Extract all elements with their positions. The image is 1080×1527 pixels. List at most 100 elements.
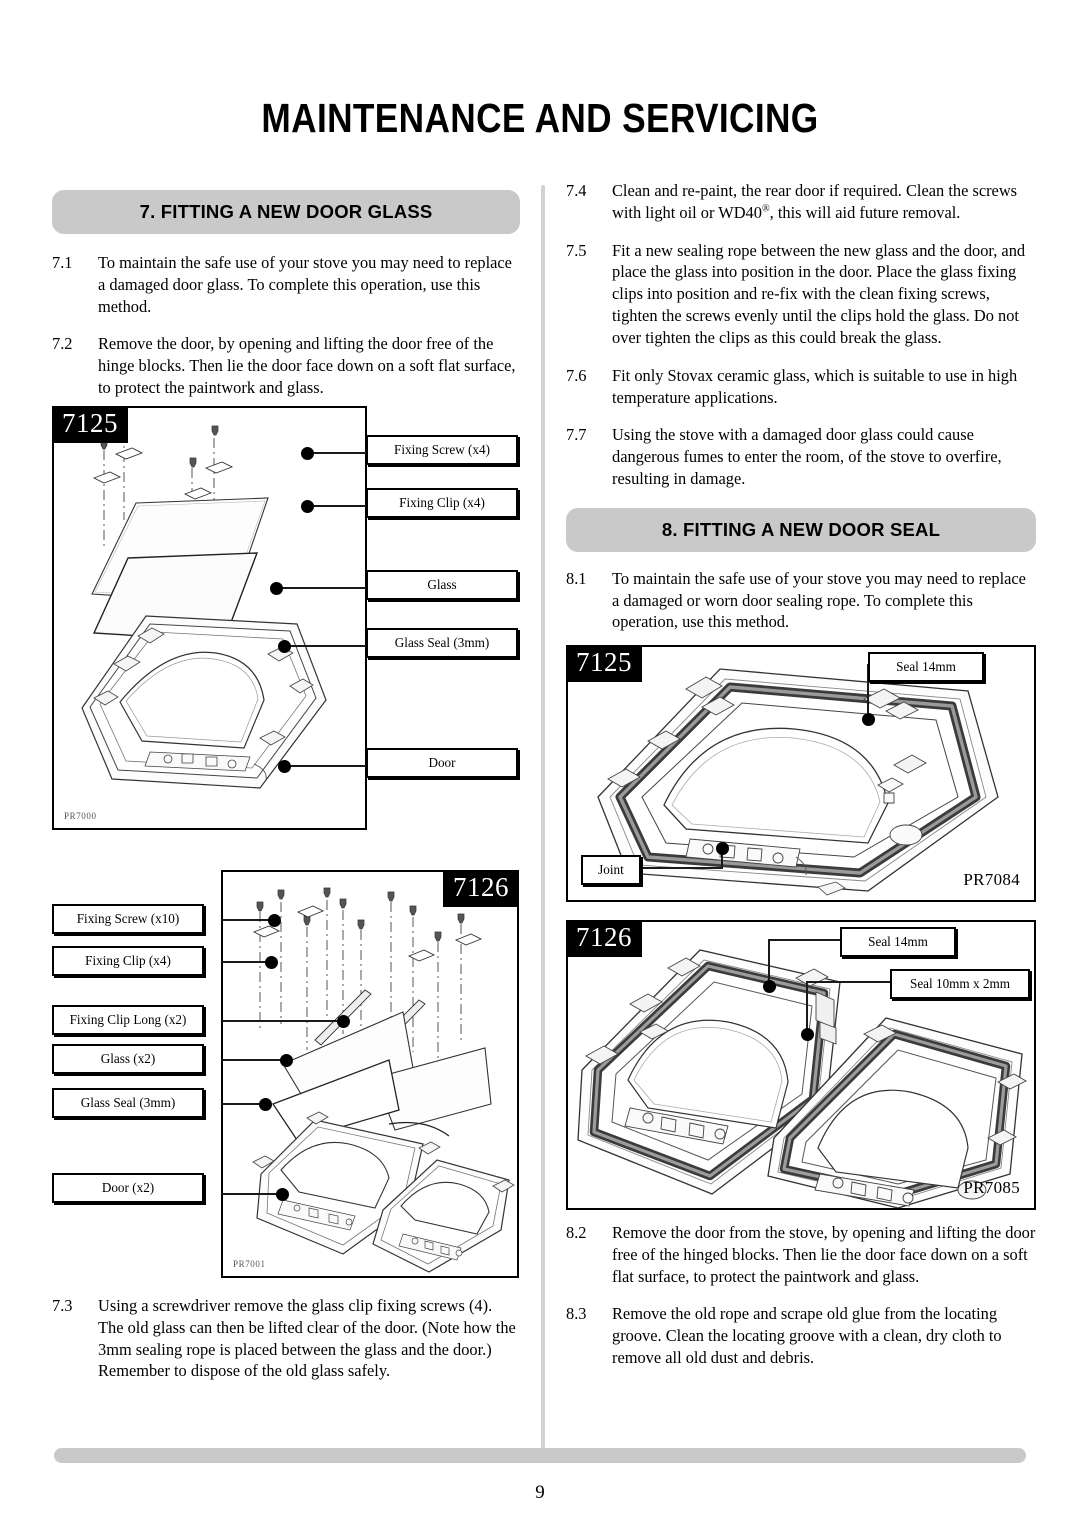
paragraph-number: 8.1 — [566, 568, 587, 588]
paragraph-text: To maintain the safe use of your stove y… — [98, 253, 512, 316]
callout-dot-fixing-clip-x4 — [265, 956, 278, 969]
paragraph-8-1: 8.1 To maintain the safe use of your sto… — [566, 568, 1036, 633]
callout-leader — [806, 981, 808, 1033]
callout-dot-fixing-clip — [301, 500, 314, 513]
callout-glass: Glass — [366, 570, 518, 601]
section-heading-8: 8. FITTING A NEW DOOR SEAL — [566, 507, 1036, 552]
paragraph-8-3: 8.3 Remove the old rope and scrape old g… — [566, 1303, 1036, 1368]
callout-dot-door-x2 — [276, 1188, 289, 1201]
section-heading-7: 7. FITTING A NEW DOOR GLASS — [52, 190, 520, 234]
page-number: 9 — [535, 1482, 545, 1503]
callout-leader — [222, 1103, 261, 1105]
paragraph-number: 7.6 — [566, 365, 587, 385]
figure-pr7085-twin-door-seal: 7126 PR7085 Seal 14mm Seal 10mm x 2mm — [566, 920, 1036, 1210]
paragraph-text: Remove the door from the stove, by openi… — [612, 1223, 1036, 1286]
callout-leader — [222, 961, 267, 963]
figure-badge-7125: 7125 — [52, 406, 128, 443]
paragraph-number: 8.2 — [566, 1223, 587, 1242]
callout-dot-glass-seal-3mm — [259, 1098, 272, 1111]
registered-mark: ® — [761, 203, 770, 215]
paragraph-number: 7.2 — [52, 334, 73, 354]
callout-dot-seal-14mm — [862, 713, 875, 726]
paragraph-text: Using the stove with a damaged door glas… — [612, 425, 1002, 488]
callout-leader — [222, 1059, 282, 1061]
callout-seal-14mm-7084: Seal 14mm — [868, 652, 984, 683]
paragraph-number: 7.7 — [566, 425, 587, 445]
callout-leader — [639, 867, 723, 869]
callout-glass-seal-3mm-7126: Glass Seal (3mm) — [52, 1088, 204, 1119]
paragraph-number: 7.5 — [566, 240, 587, 260]
callout-fixing-screw-x10: Fixing Screw (x10) — [52, 904, 204, 935]
paragraph-7-4: 7.4 Clean and re-paint, the rear door if… — [566, 180, 1036, 224]
figure-pr7084-door-seal: 7125 PR7084 Seal 14mm Joint — [566, 645, 1036, 902]
callout-leader — [307, 505, 369, 507]
callout-dot-seal-10mm — [801, 1028, 814, 1041]
paragraph-7-3: 7.3 Using a screwdriver remove the glass… — [52, 1295, 520, 1382]
callout-dot-seal-14mm-7085 — [763, 980, 776, 993]
left-column-bottom: 7.3 Using a screwdriver remove the glass… — [52, 1295, 520, 1398]
figure-part-code-pr7001: PR7001 — [233, 1259, 266, 1269]
paragraph-text: To maintain the safe use of your stove y… — [612, 568, 1026, 632]
callout-joint: Joint — [581, 855, 641, 886]
callout-leader — [284, 645, 369, 647]
callout-door: Door — [366, 748, 518, 779]
paragraph-8-2: 8.2 Remove the door from the stove, by o… — [566, 1222, 1036, 1287]
callout-glass-x2: Glass (x2) — [52, 1044, 204, 1075]
figure-7125-exploded: 7125 PR7000 — [52, 406, 369, 830]
paragraph-text: Remove the old rope and scrape old glue … — [612, 1304, 1002, 1368]
left-column: 7. FITTING A NEW DOOR GLASS 7.1 To maint… — [52, 190, 520, 415]
callout-leader — [768, 939, 842, 941]
callout-glass-seal-3mm: Glass Seal (3mm) — [366, 628, 518, 659]
callout-leader — [222, 1193, 278, 1195]
callout-leader — [222, 919, 270, 921]
callout-dot-glass-x2 — [280, 1054, 293, 1067]
figure-7126-exploded: 7126 PR7001 — [221, 870, 519, 1278]
right-column-bottom: 8.2 Remove the door from the stove, by o… — [566, 1222, 1036, 1385]
paragraph-text-part-b: , this will aid future removal. — [769, 202, 961, 222]
paragraph-7-7: 7.7 Using the stove with a damaged door … — [566, 424, 1036, 489]
footer-divider-bar — [54, 1448, 1026, 1463]
paragraph-text: Using a screwdriver remove the glass cli… — [98, 1296, 516, 1381]
paragraph-number: 8.3 — [566, 1304, 587, 1324]
callout-dot-glass-seal — [278, 640, 291, 653]
figure-badge-7126-seal: 7126 — [566, 920, 642, 957]
paragraph-text: Fit only Stovax ceramic glass, which is … — [612, 365, 1018, 407]
figure-pr-code-pr7084: PR7084 — [963, 870, 1020, 889]
callout-leader — [806, 981, 892, 983]
callout-dot-fixing-screw-x10 — [268, 914, 281, 927]
callout-dot-joint — [716, 842, 729, 855]
twin-door-seal-drawing — [577, 949, 1027, 1208]
callout-dot-glass — [270, 582, 283, 595]
figure-badge-7125-seal: 7125 — [566, 645, 642, 682]
callout-seal-10mm-x-2mm: Seal 10mm x 2mm — [890, 969, 1030, 1000]
callout-leader — [768, 939, 770, 985]
figure-badge-7126: 7126 — [443, 870, 519, 907]
callout-fixing-clip-x4-7126: Fixing Clip (x4) — [52, 946, 204, 977]
page-title: MAINTENANCE AND SERVICING — [261, 95, 819, 141]
figure-pr-code-pr7085: PR7085 — [963, 1178, 1020, 1197]
callout-fixing-screw-x4: Fixing Screw (x4) — [366, 435, 518, 466]
callout-door-x2: Door (x2) — [52, 1173, 204, 1204]
column-divider — [541, 185, 545, 1450]
callout-leader — [222, 1020, 339, 1022]
paragraph-text: Fit a new sealing rope between the new g… — [612, 240, 1026, 347]
callout-dot-fixing-clip-long — [337, 1015, 350, 1028]
twin-door-exploded-drawing — [252, 887, 515, 1273]
paragraph-7-2: 7.2 Remove the door, by opening and lift… — [52, 333, 520, 398]
callout-fixing-clip-x4: Fixing Clip (x4) — [366, 488, 518, 519]
callout-dot-fixing-screw — [301, 447, 314, 460]
callout-leader — [284, 765, 369, 767]
paragraph-text: Clean and re-paint, the rear door if req… — [612, 180, 1036, 224]
callout-leader — [276, 587, 369, 589]
paragraph-number: 7.1 — [52, 253, 73, 272]
paragraph-number: 7.4 — [566, 181, 587, 200]
figure-part-code-pr7000: PR7000 — [64, 811, 97, 821]
paragraph-text: Remove the door, by opening and lifting … — [98, 334, 516, 398]
paragraph-7-1: 7.1 To maintain the safe use of your sto… — [52, 252, 520, 317]
paragraph-7-5: 7.5 Fit a new sealing rope between the n… — [566, 240, 1036, 349]
paragraph-7-6: 7.6 Fit only Stovax ceramic glass, which… — [566, 365, 1036, 409]
callout-seal-14mm-7085: Seal 14mm — [840, 927, 956, 958]
callout-dot-door — [278, 760, 291, 773]
callout-fixing-clip-long-x2: Fixing Clip Long (x2) — [52, 1005, 204, 1036]
callout-leader — [307, 452, 369, 454]
